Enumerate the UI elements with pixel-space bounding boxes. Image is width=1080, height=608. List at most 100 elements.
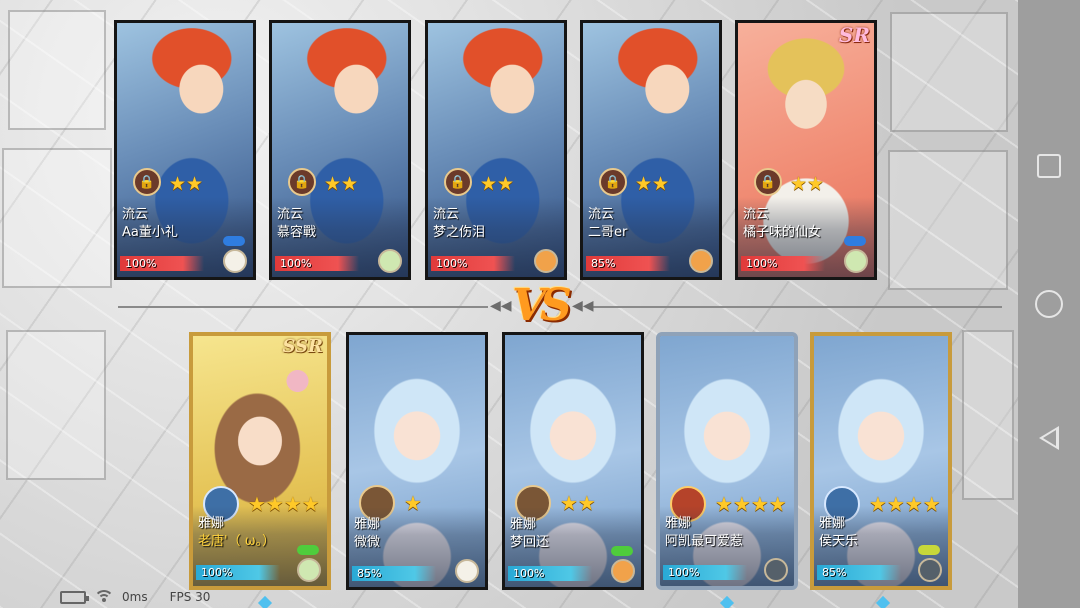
vs-arrows-right: ◀◀ bbox=[572, 298, 594, 314]
card-info: 雅娜微微 85% bbox=[349, 507, 485, 587]
top-team-card[interactable]: 🔒 ★★ 流云慕容戰 100% bbox=[269, 20, 411, 280]
hp-bar: 85% bbox=[352, 566, 436, 581]
player-name: 梦之伤泪 bbox=[433, 225, 486, 240]
star-rating: ★★ bbox=[790, 173, 825, 195]
player-name: 阿凯最可爱惹 bbox=[665, 534, 744, 549]
hp-bar: 100% bbox=[120, 256, 204, 271]
player-name: 梦回还 bbox=[510, 535, 550, 550]
bg-panel bbox=[2, 148, 112, 288]
class-label: 雅娜 bbox=[819, 516, 846, 531]
gem-marker bbox=[719, 595, 735, 608]
home-icon[interactable] bbox=[1035, 290, 1063, 318]
hp-bar: 100% bbox=[431, 256, 515, 271]
hp-bar: 100% bbox=[663, 565, 747, 580]
bg-panel bbox=[888, 150, 1008, 290]
lock-icon: 🔒 bbox=[754, 168, 782, 196]
bottom-team-card[interactable]: ★ 雅娜 微微 85% bbox=[346, 332, 488, 590]
bg-panel bbox=[890, 12, 1008, 132]
pet-icon bbox=[378, 249, 402, 273]
pet-icon bbox=[844, 249, 868, 273]
game-screen: 🔒 ★★ 流云 Aa董小礼 100% 🔒 ★★ 流云 慕容戰 100% 🔒 ★★ 流云 梦之伤泪 100% 🔒… bbox=[0, 0, 1080, 608]
card-info: 流云慕容戰 100% bbox=[272, 197, 408, 277]
heart-icon bbox=[297, 542, 319, 556]
player-name: 微微 bbox=[354, 535, 381, 550]
bottom-team-card[interactable]: ★★★★ 雅娜 阿凯最可爱惹 100% bbox=[656, 332, 798, 590]
heart-icon bbox=[611, 543, 633, 557]
recent-apps-icon[interactable] bbox=[1037, 154, 1061, 178]
class-label: 流云 bbox=[277, 207, 304, 222]
battle-lineup: 🔒 ★★ 流云 Aa董小礼 100% 🔒 ★★ 流云 慕容戰 100% 🔒 ★★ 流云 梦之伤泪 100% 🔒… bbox=[0, 0, 1018, 608]
vs-divider-left bbox=[118, 306, 488, 308]
vs-arrows-left: ◀◀ bbox=[490, 298, 512, 314]
pet-icon bbox=[297, 558, 321, 582]
star-rating: ★★ bbox=[635, 173, 670, 195]
card-info: 流云 Aa董小礼 100% bbox=[117, 197, 253, 277]
lock-icon: 🔒 bbox=[599, 168, 627, 196]
vs-badge: VS bbox=[512, 280, 572, 331]
top-team-card[interactable]: 🔒 ★★ 流云 Aa董小礼 100% bbox=[114, 20, 256, 280]
player-name: 橘子味的仙女 bbox=[743, 225, 822, 240]
star-rating: ★★ bbox=[169, 173, 204, 195]
class-label: 雅娜 bbox=[198, 516, 225, 531]
fps-readout: FPS 30 bbox=[169, 590, 211, 604]
status-strip: 0ms FPS 30 bbox=[60, 590, 210, 604]
class-label: 流云 bbox=[122, 207, 149, 222]
ping-readout: 0ms bbox=[122, 590, 148, 604]
pet-icon bbox=[534, 249, 558, 273]
heart-icon bbox=[844, 233, 866, 247]
bottom-team-card[interactable]: SSR ★★★★ 雅娜 老唐'（ ω。） 100% bbox=[189, 332, 331, 590]
hp-bar: 100% bbox=[196, 565, 280, 580]
star-rating: ★★ bbox=[480, 173, 515, 195]
android-nav-bar bbox=[1018, 0, 1080, 608]
battery-icon bbox=[60, 590, 89, 604]
player-name: 二哥er bbox=[588, 225, 628, 240]
star-rating: ★★ bbox=[324, 173, 359, 195]
pet-icon bbox=[455, 559, 479, 583]
player-name: 老唐'（ ω。） bbox=[198, 534, 276, 549]
card-info: 流云 二哥er 85% bbox=[583, 197, 719, 277]
rarity-badge: SR bbox=[838, 23, 870, 47]
pet-icon bbox=[689, 249, 713, 273]
bg-panel bbox=[8, 10, 106, 130]
pet-icon bbox=[918, 558, 942, 582]
vs-divider-right bbox=[592, 306, 1002, 308]
hp-bar: 100% bbox=[508, 566, 592, 581]
card-info: 流云橘子味的仙女 100% bbox=[738, 197, 874, 277]
pet-icon bbox=[223, 249, 247, 273]
bottom-team-card[interactable]: ★★ 雅娜 梦回还 100% bbox=[502, 332, 644, 590]
card-info: 雅娜老唐'（ ω。） 100% bbox=[193, 506, 327, 586]
bottom-team-card[interactable]: ★★★★ 雅娜 侯天乐 85% bbox=[810, 332, 952, 590]
card-info: 雅娜侯天乐 85% bbox=[814, 506, 948, 586]
wifi-icon bbox=[94, 590, 114, 604]
card-info: 流云梦之伤泪 100% bbox=[428, 197, 564, 277]
class-label: 雅娜 bbox=[354, 517, 381, 532]
gem-marker bbox=[875, 595, 891, 608]
card-info: 雅娜阿凯最可爱惹 100% bbox=[660, 506, 794, 586]
player-name: 侯天乐 bbox=[819, 534, 859, 549]
class-label: 流云 bbox=[433, 207, 460, 222]
bg-panel bbox=[6, 330, 106, 480]
lock-icon: 🔒 bbox=[444, 168, 472, 196]
player-name: 慕容戰 bbox=[277, 225, 317, 240]
player-name: Aa董小礼 bbox=[122, 225, 178, 240]
top-team-card[interactable]: 🔒 ★★ 流云 二哥er 85% bbox=[580, 20, 722, 280]
hp-bar: 100% bbox=[275, 256, 359, 271]
hp-bar: 85% bbox=[817, 565, 901, 580]
gem-marker bbox=[257, 595, 273, 608]
card-info: 雅娜梦回还 100% bbox=[505, 507, 641, 587]
pet-icon bbox=[764, 558, 788, 582]
class-label: 雅娜 bbox=[510, 517, 537, 532]
hp-bar: 85% bbox=[586, 256, 670, 271]
pet-icon bbox=[611, 559, 635, 583]
back-icon[interactable] bbox=[1039, 426, 1059, 450]
lock-icon: 🔒 bbox=[288, 168, 316, 196]
hp-bar: 100% bbox=[741, 256, 825, 271]
rarity-badge: SSR bbox=[282, 336, 323, 357]
lock-icon: 🔒 bbox=[133, 168, 161, 196]
top-team-card[interactable]: 🔒 ★★ 流云梦之伤泪 100% bbox=[425, 20, 567, 280]
heart-icon bbox=[918, 542, 940, 556]
class-label: 流云 bbox=[743, 207, 770, 222]
top-team-card[interactable]: SR 🔒 ★★ 流云橘子味的仙女 100% bbox=[735, 20, 877, 280]
bg-panel bbox=[962, 330, 1014, 500]
class-label: 雅娜 bbox=[665, 516, 692, 531]
